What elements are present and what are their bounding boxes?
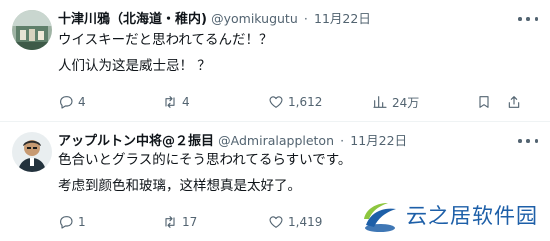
separator: · [303, 11, 308, 26]
tweet-text-translation: 人们认为这是威士忌！ ？ [58, 58, 211, 74]
avatar[interactable] [12, 10, 52, 50]
tweet-text-original: ウイスキーだと思われてるんだ！？ [58, 32, 273, 48]
reply-icon [60, 96, 73, 109]
tweet-header: 十津川鴉（北海道・稚内) @yomikugutu · 11月22日 [58, 10, 371, 29]
retweet-count: 4 [182, 95, 190, 109]
reply-button[interactable]: 1 [58, 212, 86, 232]
avatar[interactable] [12, 132, 52, 172]
retweet-button[interactable]: 4 [162, 92, 190, 112]
tweet-text-original: 色合いとグラス的にそう思われてるらすいです。 [58, 152, 352, 168]
tweet-actions: 4 4 1,612 24万 [58, 92, 528, 112]
more-icon[interactable] [518, 12, 538, 26]
tweet-date[interactable]: 11月22日 [314, 11, 371, 26]
share-button[interactable] [506, 92, 522, 112]
watermark: 云之居软件园 [360, 193, 545, 237]
bookmark-icon [479, 96, 489, 108]
watermark-text: 云之居软件园 [406, 204, 538, 228]
reply-count: 1 [78, 215, 86, 229]
views-button[interactable]: 24万 [372, 92, 419, 112]
like-count: 1,419 [288, 215, 323, 229]
retweet-icon [165, 96, 175, 108]
like-count: 1,612 [288, 95, 323, 109]
watermark-logo [364, 203, 396, 232]
display-name[interactable]: アップルトン中将@２振目 [58, 134, 214, 149]
bookmark-button[interactable] [476, 92, 492, 112]
display-name[interactable]: 十津川鴉（北海道・稚内) [58, 12, 207, 27]
more-icon[interactable] [518, 134, 538, 148]
like-button[interactable]: 1,419 [268, 212, 322, 232]
views-count: 24万 [392, 95, 420, 110]
tweet-date[interactable]: 11月22日 [350, 133, 407, 148]
like-icon [269, 216, 283, 228]
retweet-icon [165, 216, 175, 228]
separator: · [340, 133, 345, 148]
reply-icon [60, 216, 73, 229]
user-handle[interactable]: @yomikugutu [211, 11, 298, 26]
user-handle[interactable]: @Admiralappleton [218, 133, 334, 148]
share-icon [508, 96, 520, 108]
retweet-count: 17 [182, 215, 198, 229]
views-icon [373, 96, 387, 108]
reply-button[interactable]: 4 [58, 92, 86, 112]
like-icon [269, 96, 283, 108]
retweet-button[interactable]: 17 [162, 212, 197, 232]
tweet[interactable]: 十津川鴉（北海道・稚内) @yomikugutu · 11月22日 ウイスキーだ… [0, 0, 550, 122]
like-button[interactable]: 1,612 [268, 92, 322, 112]
tweet-text-translation: 考虑到颜色和玻璃，这样想真是太好了。 [58, 178, 301, 194]
reply-count: 4 [78, 95, 86, 109]
tweet-header: アップルトン中将@２振目 @Admiralappleton · 11月22日 [58, 132, 407, 151]
